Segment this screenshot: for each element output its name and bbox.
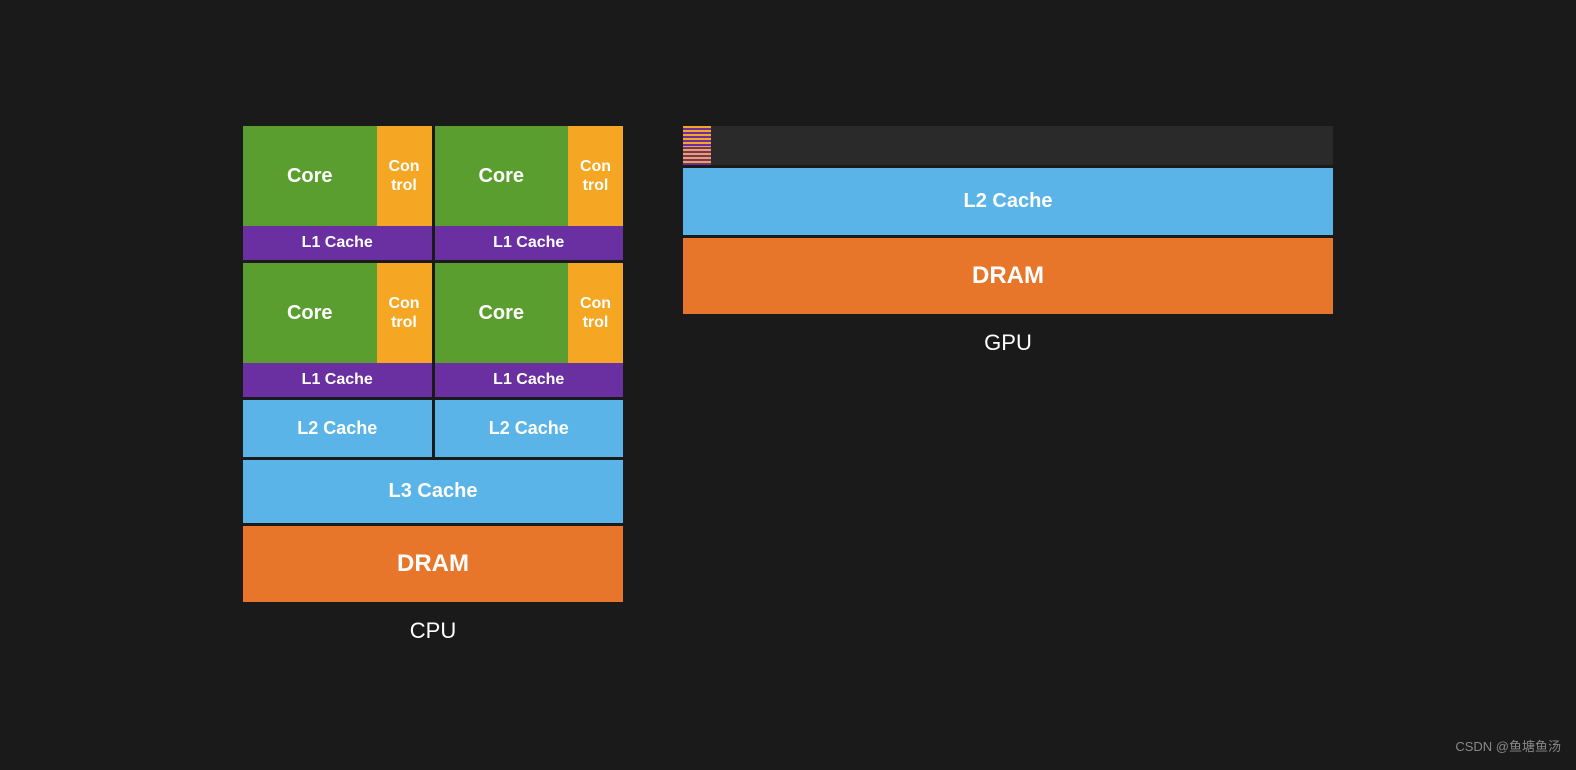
cpu-control-3-label: Control <box>377 263 432 363</box>
gpu-cores-grid <box>711 126 1333 165</box>
cpu-diagram: Core Control L1 Cache Core Control L1 Ca… <box>243 126 623 602</box>
gpu-left-stripe <box>683 126 711 165</box>
gpu-diagram: L2 Cache DRAM <box>683 126 1333 314</box>
gpu-dram: DRAM <box>683 238 1333 314</box>
cpu-control-2-label: Control <box>568 126 623 226</box>
diagram-container: Core Control L1 Cache Core Control L1 Ca… <box>223 106 1353 664</box>
gpu-section: L2 Cache DRAM GPU <box>683 126 1333 356</box>
cpu-core-1-label: Core <box>243 126 377 226</box>
cpu-dram: DRAM <box>243 526 623 602</box>
gpu-label: GPU <box>984 330 1032 356</box>
gpu-l2-cache: L2 Cache <box>683 168 1333 235</box>
cpu-l3-cache: L3 Cache <box>243 460 623 523</box>
cpu-core-block-4: Core Control L1 Cache <box>435 263 624 397</box>
cpu-core-3-label: Core <box>243 263 377 363</box>
cpu-label: CPU <box>410 618 456 644</box>
cpu-cores-bottom-row: Core Control L1 Cache Core Control L1 Ca… <box>243 263 623 397</box>
cpu-core-2-label: Core <box>435 126 569 226</box>
cpu-core-block-3: Core Control L1 Cache <box>243 263 432 397</box>
cpu-l1-cache-3: L1 Cache <box>243 363 432 397</box>
cpu-l1-cache-4: L1 Cache <box>435 363 624 397</box>
cpu-core-block-1: Core Control L1 Cache <box>243 126 432 260</box>
watermark: CSDN @鱼塘鱼汤 <box>1455 736 1561 755</box>
cpu-control-4-label: Control <box>568 263 623 363</box>
stripe-segment-19 <box>683 163 711 165</box>
cpu-core-block-2: Core Control L1 Cache <box>435 126 624 260</box>
cpu-control-1-label: Control <box>377 126 432 226</box>
cpu-l2-cache-1: L2 Cache <box>243 400 432 457</box>
cpu-l1-cache-2: L1 Cache <box>435 226 624 260</box>
cpu-l2-cache-2: L2 Cache <box>435 400 624 457</box>
cpu-l1-cache-1: L1 Cache <box>243 226 432 260</box>
cpu-cores-top-row: Core Control L1 Cache Core Control L1 Ca… <box>243 126 623 260</box>
gpu-main-area <box>683 126 1333 165</box>
cpu-core-4-label: Core <box>435 263 569 363</box>
cpu-l2-cache-row: L2 Cache L2 Cache <box>243 400 623 457</box>
cpu-section: Core Control L1 Cache Core Control L1 Ca… <box>243 126 623 644</box>
